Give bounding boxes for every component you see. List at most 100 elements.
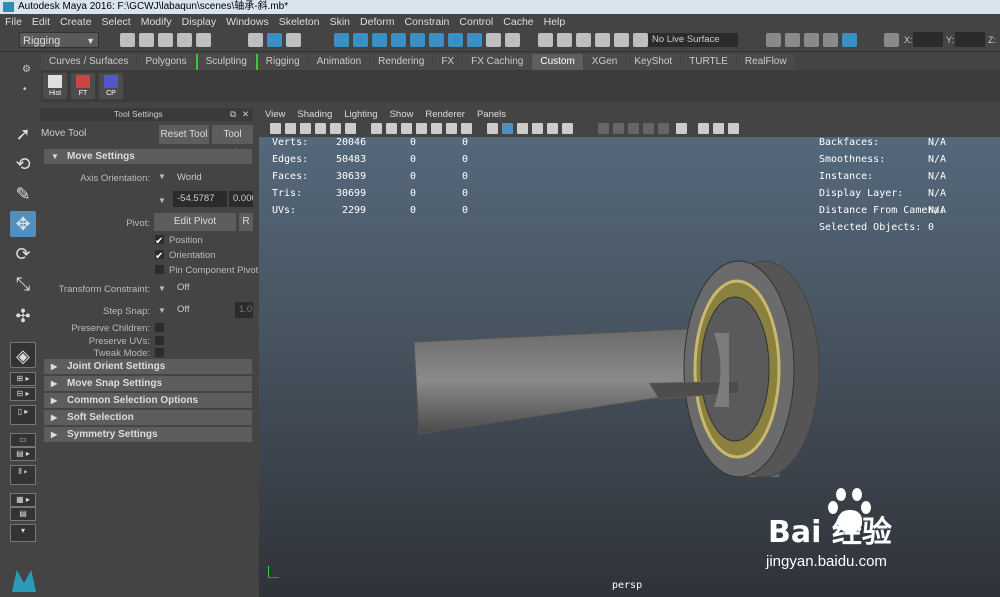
- section-soft-selection[interactable]: ▶ Soft Selection: [44, 410, 252, 425]
- section-symmetry-settings[interactable]: ▶ Symmetry Settings: [44, 427, 252, 442]
- menu-skeleton[interactable]: Skeleton: [274, 14, 325, 30]
- layout-outliner-icon[interactable]: ▤ ▸: [10, 447, 36, 461]
- shelf-tab-animation[interactable]: Animation: [308, 54, 370, 70]
- gate-mask-icon[interactable]: [416, 123, 427, 134]
- shelf-tab-sculpting[interactable]: Sculpting: [195, 54, 255, 70]
- viewport-menu-lighting[interactable]: Lighting: [338, 108, 383, 121]
- wireframe-icon[interactable]: [487, 123, 498, 134]
- shadows-icon[interactable]: [598, 123, 609, 134]
- safe-action-icon[interactable]: [446, 123, 457, 134]
- select-tool-icon[interactable]: [505, 33, 520, 47]
- scale-tool-icon[interactable]: ⤡: [10, 271, 36, 297]
- depth-of-field-icon[interactable]: [658, 123, 669, 134]
- shelf-menu-icon[interactable]: •: [23, 84, 27, 95]
- 2d-pan-zoom-icon[interactable]: [330, 123, 341, 134]
- hypershade-icon[interactable]: [842, 33, 857, 47]
- reset-tool-button[interactable]: Reset Tool: [159, 125, 209, 144]
- transform-constraint-dropdown[interactable]: Off: [173, 280, 253, 296]
- live-surface-field[interactable]: No Live Surface: [648, 33, 738, 47]
- layout-menu-icon[interactable]: ▾: [10, 524, 36, 542]
- menu-skin[interactable]: Skin: [325, 14, 355, 30]
- render-frame-icon[interactable]: [785, 33, 800, 47]
- menu-windows[interactable]: Windows: [221, 14, 274, 30]
- section-common-selection-options[interactable]: ▶ Common Selection Options: [44, 393, 252, 408]
- layout-vertical-icon[interactable]: ▯ ▸: [10, 405, 36, 425]
- history-icon[interactable]: [448, 33, 463, 47]
- field-chart-icon[interactable]: [431, 123, 442, 134]
- grease-pencil-icon[interactable]: [345, 123, 356, 134]
- isolate-select-icon[interactable]: [676, 123, 687, 134]
- textured-icon[interactable]: [547, 123, 558, 134]
- snap-point-icon[interactable]: [372, 33, 387, 47]
- magnet-icon-2[interactable]: [557, 33, 572, 47]
- image-plane-icon[interactable]: [315, 123, 326, 134]
- shelf-tab-turtle[interactable]: TURTLE: [681, 54, 736, 70]
- section-move-settings[interactable]: ▼ Move Settings: [44, 149, 252, 164]
- menu-help[interactable]: Help: [539, 14, 571, 30]
- magnet-icon-3[interactable]: [576, 33, 591, 47]
- shelf-tab-fx[interactable]: FX: [433, 54, 463, 70]
- magnet-icon-4[interactable]: [595, 33, 610, 47]
- select-component-icon[interactable]: [286, 33, 301, 47]
- menu-constrain[interactable]: Constrain: [399, 14, 454, 30]
- preserve-uvs-checkbox[interactable]: [155, 336, 164, 345]
- layout-single-icon[interactable]: ◈: [10, 342, 36, 368]
- menu-create[interactable]: Create: [55, 14, 97, 30]
- x-coord-field[interactable]: [913, 32, 943, 47]
- axis-y-field[interactable]: 0.0000: [229, 191, 253, 207]
- orientation-checkbox[interactable]: ✔: [155, 250, 164, 262]
- select-object-icon[interactable]: [267, 33, 282, 47]
- magnet-icon-1[interactable]: [538, 33, 553, 47]
- reset-pivot-button[interactable]: R: [239, 213, 253, 231]
- redo-icon[interactable]: [196, 33, 211, 47]
- shelf-tab-custom[interactable]: Custom: [532, 54, 583, 70]
- chevron-down-icon[interactable]: ▼: [158, 172, 166, 181]
- shelf-tab-rendering[interactable]: Rendering: [370, 54, 433, 70]
- input-output-icon[interactable]: [467, 33, 482, 47]
- layout-quad-icon[interactable]: ⊞ ▸: [10, 372, 36, 386]
- step-snap-dropdown[interactable]: Off: [173, 302, 233, 318]
- position-checkbox[interactable]: ✔: [155, 235, 164, 247]
- use-default-material-icon[interactable]: [517, 123, 528, 134]
- snap-grid-icon[interactable]: [334, 33, 349, 47]
- shelf-button-hist[interactable]: Hist: [43, 73, 67, 99]
- shelf-tab-polygons[interactable]: Polygons: [137, 54, 195, 70]
- ipr-render-icon[interactable]: [804, 33, 819, 47]
- menu-set-selector[interactable]: Rigging ▼: [19, 32, 99, 48]
- viewport-menu-renderer[interactable]: Renderer: [419, 108, 471, 121]
- new-scene-icon[interactable]: [120, 33, 135, 47]
- chevron-down-icon[interactable]: ▼: [158, 306, 166, 315]
- snap-live-icon[interactable]: [410, 33, 425, 47]
- shelf-tab-fx-caching[interactable]: FX Caching: [463, 54, 532, 70]
- lasso-select-icon[interactable]: ⟲: [10, 151, 36, 177]
- screen-space-ao-icon[interactable]: [613, 123, 624, 134]
- shelf-button-ft[interactable]: FT: [71, 73, 95, 99]
- section-move-snap-settings[interactable]: ▶ Move Snap Settings: [44, 376, 252, 391]
- camera-select-icon[interactable]: [270, 123, 281, 134]
- preserve-children-checkbox[interactable]: [155, 323, 164, 332]
- select-arrow-icon[interactable]: ➚: [10, 121, 36, 147]
- lock-icon[interactable]: [486, 33, 501, 47]
- render-view-icon[interactable]: [766, 33, 781, 47]
- magnet-icon-5[interactable]: [614, 33, 629, 47]
- shelf-tab-keyshot[interactable]: KeyShot: [626, 54, 681, 70]
- menu-edit[interactable]: Edit: [27, 14, 55, 30]
- menu-control[interactable]: Control: [454, 14, 498, 30]
- magnet-icon-6[interactable]: [633, 33, 648, 47]
- smooth-shade-icon[interactable]: [502, 123, 513, 134]
- layout-two-pane-icon[interactable]: ⊟ ▸: [10, 387, 36, 401]
- wireframe-on-shaded-icon[interactable]: [532, 123, 543, 134]
- menu-select[interactable]: Select: [97, 14, 136, 30]
- tweak-mode-checkbox[interactable]: [155, 348, 164, 357]
- select-hierarchy-icon[interactable]: [248, 33, 263, 47]
- xray-joints-icon[interactable]: [728, 123, 739, 134]
- motion-blur-icon[interactable]: [628, 123, 639, 134]
- y-coord-field[interactable]: [955, 32, 985, 47]
- viewport-menu-view[interactable]: View: [259, 108, 291, 121]
- edit-pivot-button[interactable]: Edit Pivot: [154, 213, 236, 231]
- save-scene-icon[interactable]: [158, 33, 173, 47]
- rotate-tool-icon[interactable]: ⟳: [10, 241, 36, 267]
- close-icon[interactable]: ✕: [242, 108, 249, 121]
- viewport-menu-panels[interactable]: Panels: [471, 108, 512, 121]
- pin-component-pivot-checkbox[interactable]: [155, 265, 164, 274]
